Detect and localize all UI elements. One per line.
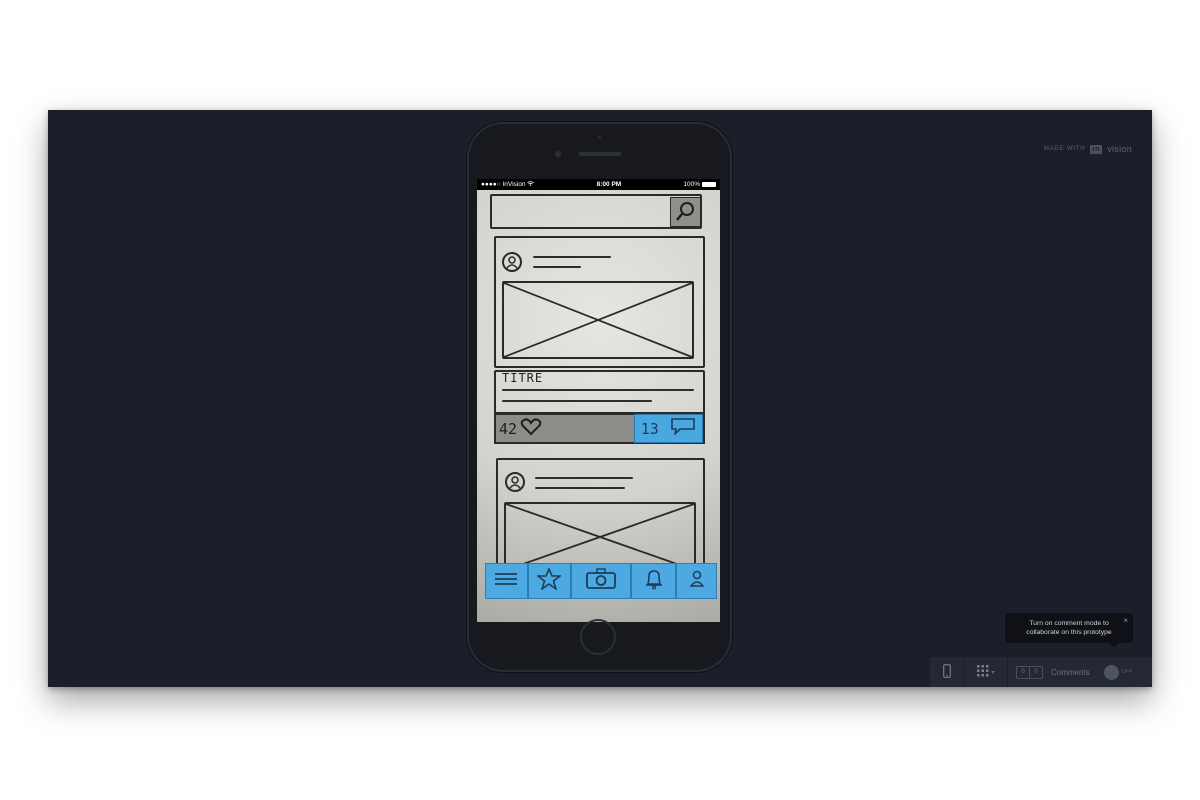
comment-mode-tooltip: Turn on comment mode to collaborate on t… <box>1005 613 1133 648</box>
paper-sketch: TITRE 42 13 <box>477 190 720 622</box>
comments-label: Comments <box>1051 667 1090 677</box>
tab-notifications[interactable] <box>631 563 677 599</box>
tab-favorites[interactable] <box>527 563 571 599</box>
comment-counter: 0 0 <box>1016 665 1043 679</box>
screens-grid-button[interactable]: ▾ <box>965 657 1008 687</box>
toggle-knob <box>1103 664 1119 680</box>
like-button[interactable]: 42 <box>499 417 542 441</box>
profile-icon <box>688 569 706 594</box>
text-line <box>502 389 694 391</box>
chevron-down-icon: ▾ <box>991 669 995 676</box>
close-icon[interactable]: × <box>1123 616 1128 625</box>
counter-left: 0 <box>1021 669 1025 675</box>
front-camera <box>555 151 561 157</box>
tab-bar <box>485 563 717 599</box>
battery-percent: 100% <box>683 181 700 188</box>
tooltip-arrow <box>1109 643 1119 648</box>
comment-bubble-icon <box>670 417 696 440</box>
phone-screen[interactable]: ●●●●○ InVision 8:00 PM 100% TITRE 42 13 <box>477 179 720 622</box>
carrier-label: ●●●●○ InVision <box>481 181 526 188</box>
proximity-sensor <box>598 136 601 139</box>
text-line <box>502 400 652 402</box>
camera-icon <box>585 567 617 595</box>
meta-line <box>535 487 625 489</box>
comments-controls: 0 0 Comments OFF <box>1008 657 1133 687</box>
tab-profile[interactable] <box>676 563 717 599</box>
status-bar: ●●●●○ InVision 8:00 PM 100% <box>477 179 720 190</box>
status-time: 8:00 PM <box>596 181 622 188</box>
meta-line <box>533 266 581 268</box>
star-icon <box>536 566 563 595</box>
wifi-icon <box>527 181 535 188</box>
made-with-invision-badge[interactable]: MADE WITH in vision <box>1044 144 1132 154</box>
device-toggle-button[interactable] <box>930 657 965 687</box>
invision-logo: in <box>1090 144 1103 154</box>
counter-right: 0 <box>1029 666 1042 678</box>
invision-wordmark: vision <box>1107 144 1132 154</box>
bell-icon <box>644 568 664 595</box>
tab-menu[interactable] <box>485 563 528 599</box>
toggle-state: OFF <box>1121 669 1133 675</box>
comments-count: 13 <box>640 419 659 438</box>
image-placeholder <box>502 281 694 359</box>
comment-mode-toggle[interactable]: OFF <box>1103 664 1133 680</box>
prototype-viewer: MADE WITH in vision ●●●●○ InVision 8:00 … <box>48 110 1152 687</box>
tooltip-text: Turn on comment mode to collaborate on t… <box>1026 620 1112 636</box>
earpiece-speaker <box>579 152 621 156</box>
likes-count: 42 <box>499 420 518 438</box>
home-button[interactable] <box>580 619 616 655</box>
search-icon[interactable] <box>670 197 701 227</box>
image-placeholder <box>504 502 696 572</box>
avatar-icon <box>505 472 525 492</box>
username-line <box>533 256 611 258</box>
phone-icon <box>943 664 951 680</box>
menu-icon <box>493 570 519 593</box>
avatar-icon <box>502 252 522 272</box>
comments-button[interactable]: 13 <box>634 414 703 443</box>
made-with-label: MADE WITH <box>1043 146 1086 152</box>
heart-icon <box>520 418 542 440</box>
tab-camera[interactable] <box>570 563 632 599</box>
username-line <box>535 477 633 479</box>
iphone-frame: ●●●●○ InVision 8:00 PM 100% TITRE 42 13 <box>467 122 732 672</box>
viewer-toolbar: ▾ 0 0 Comments OFF <box>930 657 1152 687</box>
grid-icon <box>977 665 989 679</box>
post-title: TITRE <box>502 371 544 385</box>
battery-icon <box>702 182 716 187</box>
